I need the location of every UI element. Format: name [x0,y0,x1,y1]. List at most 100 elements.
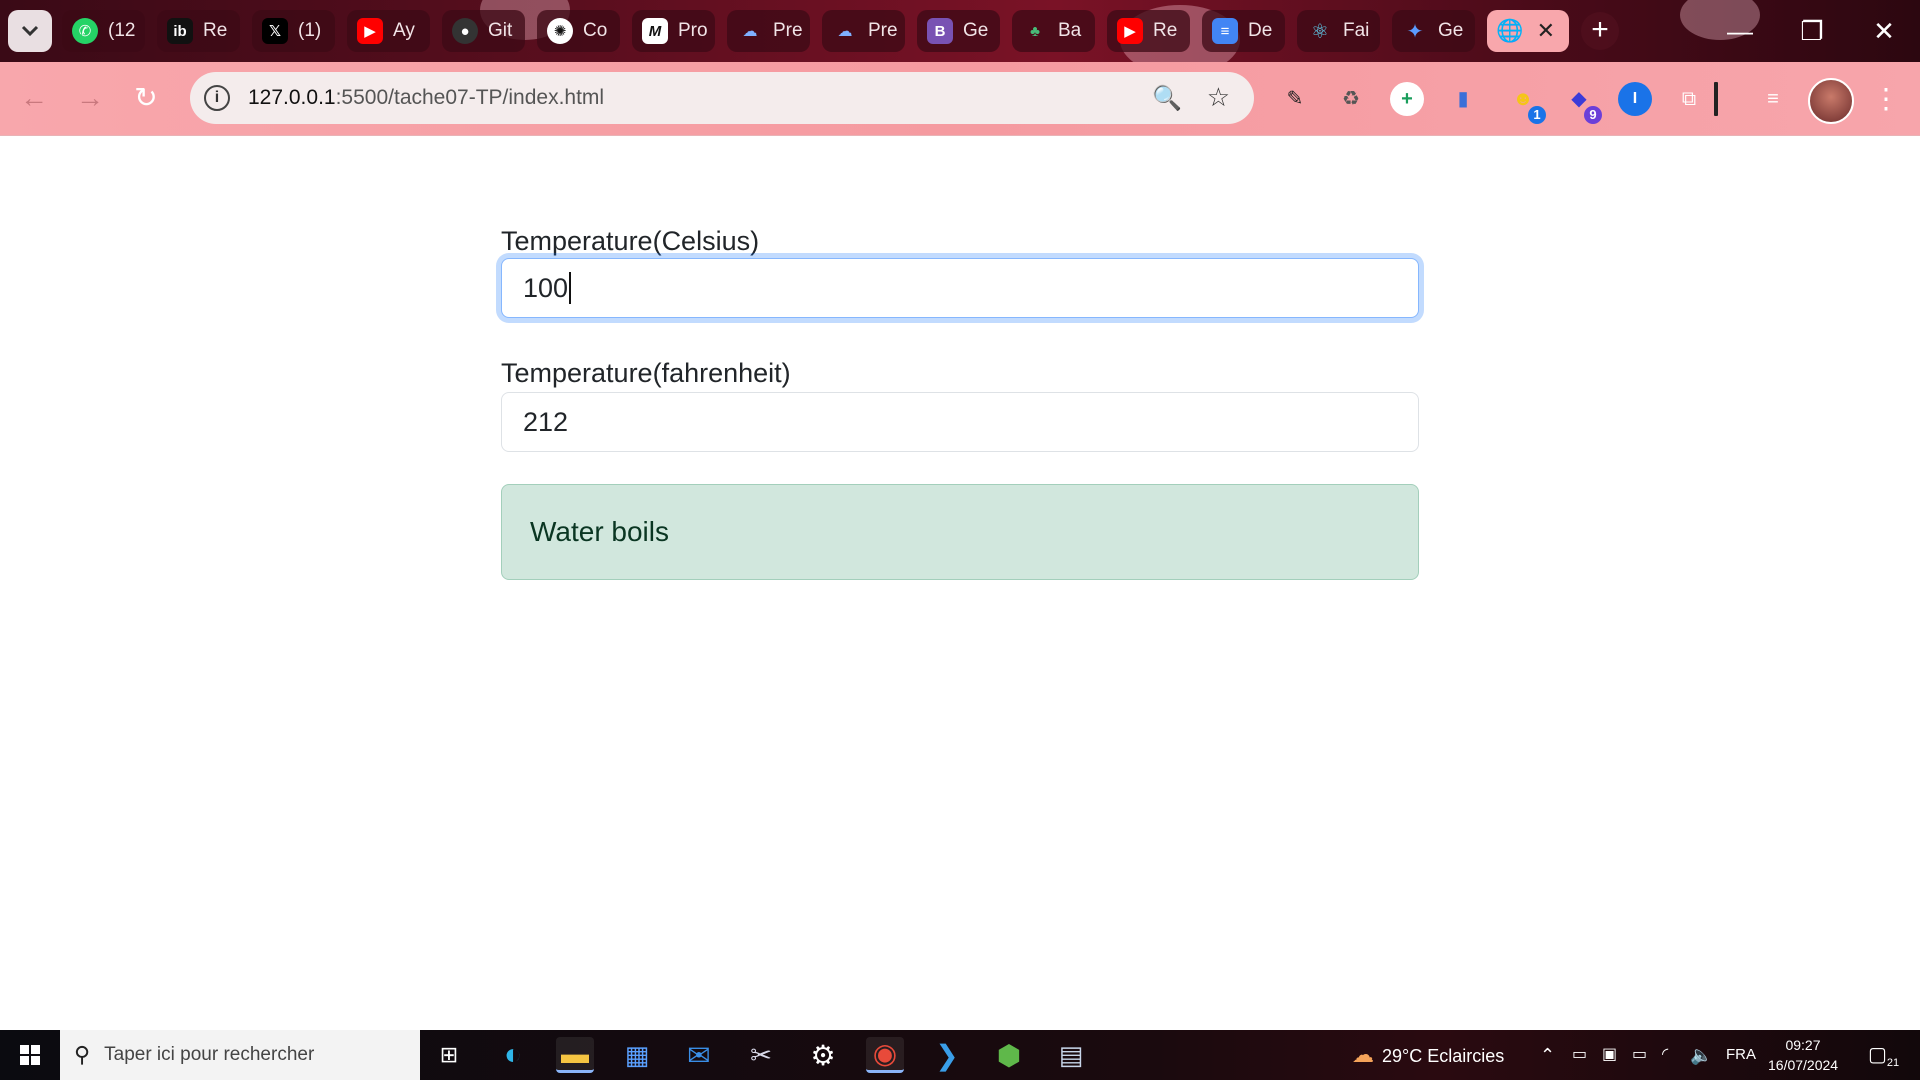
tab-title: Git [488,20,513,41]
file-explorer-icon[interactable]: ▬ [556,1037,594,1073]
tab-docs[interactable]: ≡ De [1202,10,1285,52]
new-tab-button[interactable]: + [1581,12,1619,50]
tab-x[interactable]: 𝕏 (1) [252,10,335,52]
address-bar[interactable]: i 127.0.0.1:5500/tache07-TP/index.html 🔍… [190,72,1254,124]
tab-title: Re [203,20,228,41]
weather-widget[interactable]: ☁ 29°C Eclaircies [1352,1030,1504,1080]
plant-icon: ♣ [1030,22,1040,40]
tray-chevron-up-icon[interactable]: ⌃ [1540,1030,1555,1080]
m-icon: M [642,18,668,44]
bookmark-star-icon[interactable]: ☆ [1207,82,1230,113]
fahrenheit-input-value: 212 [523,406,569,437]
restore-button[interactable]: ❐ [1782,10,1842,52]
wifi-icon[interactable]: ◜ [1662,1030,1668,1080]
zoom-icon[interactable]: 🔍 [1152,84,1182,113]
cloud-icon: ☁ [837,23,853,40]
page-content: Temperature(Celsius) 100 Temperature(fah… [0,136,1920,1030]
fahrenheit-input[interactable]: 212 [501,392,1419,452]
bootstrap-icon: B [927,18,953,44]
tab-plant[interactable]: ♣ Ba [1012,10,1095,52]
tab-cloud-1[interactable]: ☁ Pre [727,10,810,52]
chevron-down-icon [21,25,39,37]
tab-title: Fai [1343,20,1370,41]
fahrenheit-label: Temperature(fahrenheit) [501,358,791,388]
windows-logo-icon [20,1045,40,1065]
clipboard-icon[interactable]: ▮ [1446,82,1480,116]
tab-whatsapp[interactable]: ✆ (12 [62,10,145,52]
store-icon[interactable]: ▦ [618,1037,656,1073]
eyedropper-icon[interactable]: ✎ [1278,82,1312,116]
snip-icon[interactable]: ✂ [742,1037,780,1073]
tab-youtube[interactable]: ▶ Ay [347,10,430,52]
tab-search-button[interactable] [8,10,52,52]
tab-cloud-2[interactable]: ☁ Pre [822,10,905,52]
x-icon: 𝕏 [262,18,288,44]
tab-gemini[interactable]: ✦ Ge [1392,10,1475,52]
tab-title: Ay [393,20,415,41]
recycle-icon[interactable]: ♻ [1334,82,1368,116]
ib-icon: ib [167,18,193,44]
taskbar-clock[interactable]: 09:27 16/07/2024 [1768,1035,1838,1075]
browser-menu-icon[interactable]: ⋮ [1872,78,1900,120]
tab-youtube-2[interactable]: ▶ Re [1107,10,1190,52]
tab-ib[interactable]: ib Re [157,10,240,52]
tab-github[interactable]: ● Git [442,10,525,52]
display-icon[interactable]: ▣ [1602,1030,1617,1080]
task-view-icon[interactable]: ⊞ [430,1037,468,1073]
mail-icon[interactable]: ✉ [680,1037,718,1073]
back-button[interactable]: ← [12,76,56,120]
status-message: Water boils [530,516,670,547]
tab-title: Re [1153,20,1178,41]
start-button[interactable] [0,1030,60,1080]
tab-active-localhost[interactable]: 🌐 ✕ [1487,10,1569,52]
tab-title: Ba [1058,20,1082,41]
tab-m[interactable]: M Pro [632,10,715,52]
graduation-icon[interactable]: ◆ 9 [1562,82,1602,124]
vscode-icon[interactable]: ❯ [928,1037,966,1073]
tab-title: (1) [298,20,322,41]
chrome-icon[interactable]: ◉ [866,1037,904,1073]
close-window-button[interactable]: ✕ [1854,10,1914,52]
docs-icon: ≡ [1212,18,1238,44]
settings-gear-icon[interactable]: ⚙ [804,1037,842,1073]
taskbar-search-placeholder: Taper ici pour rechercher [104,1044,315,1065]
profile-avatar[interactable] [1808,78,1854,124]
extension-badge: 1 [1528,106,1546,124]
reload-button[interactable]: ↻ [124,76,168,120]
tab-bootstrap[interactable]: B Ge [917,10,1000,52]
close-tab-icon[interactable]: ✕ [1537,18,1555,44]
minimize-button[interactable]: — [1710,10,1770,52]
arrow-left-icon: ← [20,82,48,113]
volume-icon[interactable]: 🔈 [1690,1030,1712,1080]
url-host: 127.0.0.1 [248,86,336,109]
arrow-right-icon: → [76,82,104,113]
celsius-label: Temperature(Celsius) [501,226,760,256]
edge-icon[interactable]: ◐ [494,1037,532,1073]
notification-center-icon[interactable]: ▢21 [1868,1030,1899,1080]
tab-strip: ✆ (12 ib Re 𝕏 (1) ▶ Ay ● Git ✺ Co M Pro … [0,0,1920,62]
notepad-icon[interactable]: ▤ [1052,1037,1090,1073]
url-text[interactable]: 127.0.0.1:5500/tache07-TP/index.html [248,86,604,110]
battery-icon[interactable]: ▭ [1632,1030,1647,1080]
forward-button[interactable]: → [68,76,112,120]
tab-react[interactable]: ⚛ Fai [1297,10,1380,52]
site-info-icon[interactable]: i [204,85,230,111]
media-queue-icon[interactable]: ≡ [1756,82,1790,116]
url-path: :5500/tache07-TP/index.html [335,86,605,109]
puzzle-icon[interactable]: ⧉ [1672,82,1706,116]
emoji-icon[interactable]: ☻ 1 [1506,82,1546,124]
cloud-icon: ☁ [742,23,758,40]
tab-list: ✆ (12 ib Re 𝕏 (1) ▶ Ay ● Git ✺ Co M Pro … [62,10,1581,52]
nodejs-icon[interactable]: ⬢ [990,1037,1028,1073]
password-icon[interactable]: I [1618,82,1652,116]
taskbar-search[interactable]: ⚲ Taper ici pour rechercher [60,1030,420,1080]
tab-title: (12 [108,20,136,41]
status-alert: Water boils [501,484,1419,580]
reload-icon: ↻ [134,82,158,113]
input-language[interactable]: FRA [1726,1030,1756,1080]
tab-chatgpt[interactable]: ✺ Co [537,10,620,52]
meet-icon[interactable]: ▭ [1572,1030,1587,1080]
globe-icon: 🌐 [1496,18,1524,43]
plus-circle-icon[interactable]: + [1390,82,1424,116]
celsius-input[interactable]: 100 [501,258,1419,318]
